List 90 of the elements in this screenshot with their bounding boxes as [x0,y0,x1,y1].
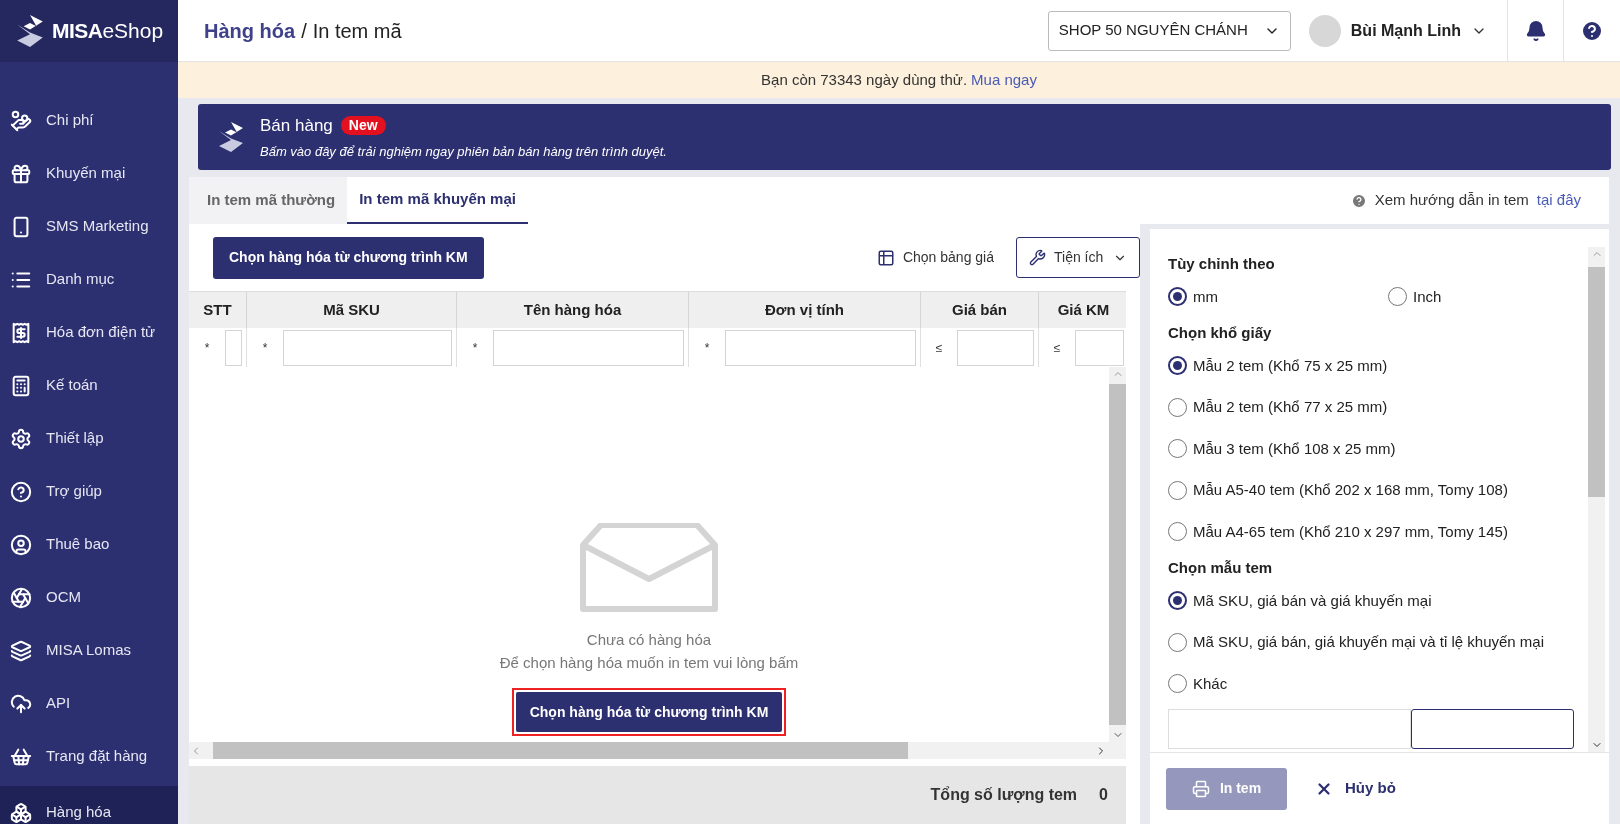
help-text: Xem hướng dẫn in tem [1374,190,1529,211]
logo-icon [14,13,46,49]
sidebar-item[interactable]: Hàng hóa [0,786,178,824]
radio-option[interactable]: Mã SKU, giá bán, giá khuyến mại và tỉ lệ khuyến mại [1168,631,1588,654]
utilities-button[interactable]: Tiện ích [1016,237,1140,278]
radio-option[interactable]: Mẫu 2 tem (Khổ 75 x 25 mm) [1168,354,1588,377]
filter-operator[interactable]: * [693,338,721,357]
choose-file-button[interactable] [1411,709,1574,749]
sidebar-item[interactable]: Hóa đơn điện tử [0,306,178,359]
help-icon [10,480,32,503]
banner-title: Bán hàng [260,114,333,137]
radio-option[interactable]: Mẫu 2 tem (Khổ 77 x 25 mm) [1168,396,1588,419]
filter-input[interactable] [225,329,242,366]
select-products-button[interactable]: Chọn hàng hóa từ chương trình KM [213,236,484,279]
total-label: Tổng số lượng tem [930,785,1078,805]
breadcrumb-link[interactable]: Hàng hóa [204,15,296,46]
empty-title: Chưa có hàng hóa [586,630,712,650]
boxes-icon [10,801,32,824]
empty-hint: Để chọn hàng hóa muốn in tem vui lòng bấm [499,652,799,673]
banner-subtitle: Bấm vào đây để trải nghiệm ngay phiên bản bán hàng trên trình duyệt. [260,143,667,161]
vertical-scrollbar[interactable] [1109,367,1126,742]
filter-input[interactable] [1075,329,1124,366]
radio-button[interactable] [1168,591,1187,611]
radio-option[interactable]: mm [1168,285,1228,308]
printer-icon [1191,779,1210,798]
sidebar-item[interactable]: MISA Lomas [0,624,178,677]
sidebar-item[interactable]: Khuyến mại [0,147,178,200]
radio-option[interactable]: Inch [1388,285,1448,308]
wrench-icon [1029,249,1046,266]
sidebar-item[interactable]: Danh mục [0,253,178,306]
aperture-icon [10,586,32,609]
total-value: 0 [1099,785,1108,805]
sidebar-item[interactable]: SMS Marketing [0,200,178,253]
calculator-icon [10,374,32,397]
help-link[interactable]: tại đây [1536,189,1581,212]
radio-option[interactable]: Mẫu 3 tem (Khổ 108 x 25 mm) [1168,437,1588,460]
user-name[interactable]: Bùi Mạnh Linh [1350,18,1461,43]
bell-icon[interactable] [1524,19,1547,42]
horizontal-scrollbar[interactable] [189,742,1126,759]
logo: MISAeShop [0,0,178,62]
section-title: Chọn khổ giấy [1168,323,1273,343]
section-title: Chọn mẫu tem [1168,558,1274,578]
avatar [1308,14,1341,47]
filter-operator[interactable]: * [461,338,489,357]
layers-icon [10,639,32,662]
filter-operator[interactable]: * [193,338,221,357]
receipt-icon [10,321,32,344]
filter-input[interactable] [283,329,452,366]
radio-option[interactable]: Mẫu A5-40 tem (Khổ 202 x 168 mm, Tomy 108) [1168,479,1588,502]
empty-box-icon [579,523,719,613]
banner[interactable]: Bán hàng New Bấm vào đây để trải nghiệm ngay phiên bản bán hàng trên trình duyệt. [198,104,1611,170]
sidebar-item[interactable]: Thuê bao [0,518,178,571]
file-name-field[interactable] [1168,709,1411,749]
cloud-upload-icon [10,692,32,715]
filter-input[interactable] [493,329,684,366]
trial-notice: Bạn còn 73343 ngày dùng thử. Mua ngay [178,62,1620,98]
tab[interactable]: In tem mã thường [195,177,348,224]
buy-now-link[interactable]: Mua ngay [971,68,1037,92]
settings-icon [10,427,32,450]
gift-icon [10,162,32,185]
filter-operator[interactable]: ≤ [925,338,953,357]
select-products-button[interactable]: Chọn hàng hóa từ chương trình KM [515,692,783,732]
filter-input[interactable] [725,329,916,366]
radio-option[interactable]: Mẫu A4-65 tem (Khổ 210 x 297 mm, Tomy 145) [1168,520,1588,543]
sidebar-item[interactable]: Kế toán [0,359,178,412]
sidebar-item[interactable]: Chi phí [0,94,178,147]
section-title: Tùy chỉnh theo [1168,254,1276,274]
table-icon [876,248,895,267]
price-list-button[interactable]: Chọn bảng giá [866,247,1004,268]
sidebar-item[interactable]: Trang đặt hàng [0,730,178,783]
filter-input[interactable] [957,329,1034,366]
radio-option[interactable]: Khác [1168,672,1588,695]
shop-select[interactable]: SHOP 50 NGUYÊN CHÁNH [1047,10,1291,51]
tab[interactable]: In tem mã khuyến mại [347,177,528,224]
filter-operator[interactable]: ≤ [1043,338,1071,357]
vertical-scrollbar[interactable] [1588,247,1605,752]
sidebar-item[interactable]: Thiết lập [0,412,178,465]
sidebar-item[interactable]: Trợ giúp [0,465,178,518]
sidebar-item[interactable]: OCM [0,571,178,624]
radio-button[interactable] [1168,356,1187,376]
filter-operator[interactable]: * [251,338,279,357]
cancel-button[interactable]: Hủy bỏ [1315,777,1396,800]
radio-button[interactable] [1168,287,1187,307]
sidebar-item[interactable]: API [0,677,178,730]
user-icon [10,533,32,556]
radio-option[interactable]: Mã SKU, giá bán và giá khuyến mại [1168,589,1588,612]
page-title: In tem mã [312,18,402,44]
breadcrumb-separator: / [301,18,307,44]
new-badge: New [340,115,386,135]
help-icon [1350,192,1367,209]
